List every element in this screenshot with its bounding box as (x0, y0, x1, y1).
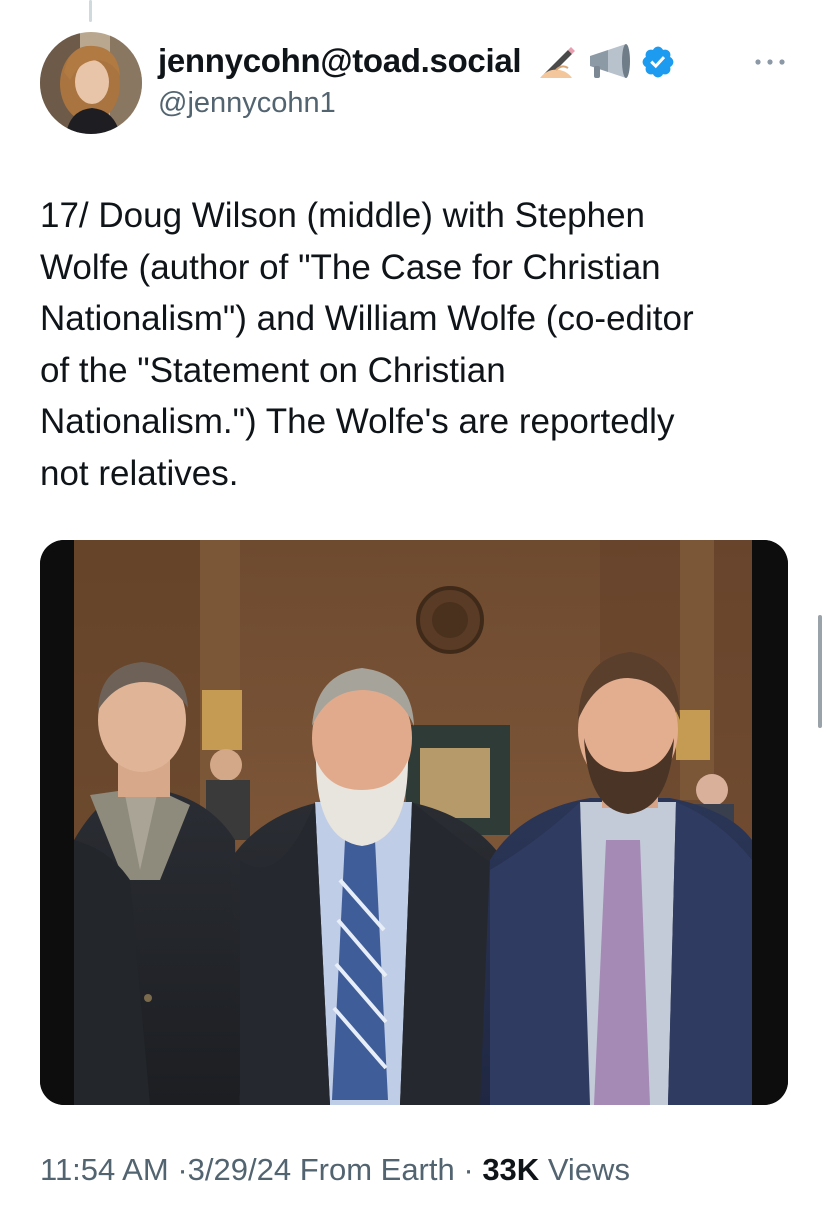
writing-hand-icon (540, 47, 575, 78)
author-handle[interactable]: @jennycohn1 (158, 87, 336, 120)
tweet-source: From Earth (299, 1152, 455, 1187)
page-scrollbar[interactable] (818, 615, 822, 728)
author-badges (538, 42, 676, 82)
tweet-meta: 11:54 AM ·3/29/24 From Earth · 33K Views (40, 1152, 630, 1188)
verified-badge-icon (642, 46, 674, 78)
tweet-text-line: of the "Statement on Christian (40, 350, 506, 390)
author-display-name[interactable]: jennycohn@toad.social (158, 42, 522, 80)
group-photo (40, 540, 788, 1105)
views-label: Views (547, 1152, 630, 1187)
tweet-media-photo[interactable] (40, 540, 788, 1105)
tweet-text-line: Nationalism") and William Wolfe (co-edit… (40, 299, 694, 338)
meta-separator: · (463, 1152, 474, 1187)
tweet-text-line: not relatives. (40, 453, 239, 493)
tweet-time[interactable]: 11:54 AM (40, 1152, 169, 1187)
tweet-date[interactable]: 3/29/24 (188, 1152, 291, 1187)
tweet-text-line: Wolfe (author of "The Case for Christian (40, 247, 661, 287)
author-avatar[interactable] (40, 32, 142, 134)
megaphone-icon (590, 44, 630, 78)
tweet-text: 17/ Doug Wilson (middle) with Stephen Wo… (40, 190, 790, 499)
thread-connector-line (89, 0, 92, 22)
tweet-text-line: Nationalism.") The Wolfe's are reportedl… (40, 402, 675, 441)
meta-separator: · (177, 1152, 188, 1187)
tweet-text-line: 17/ Doug Wilson (middle) with Stephen (40, 196, 646, 235)
views-count: 33K (482, 1152, 540, 1187)
avatar-photo (40, 32, 142, 134)
more-options-icon[interactable] (750, 50, 790, 74)
